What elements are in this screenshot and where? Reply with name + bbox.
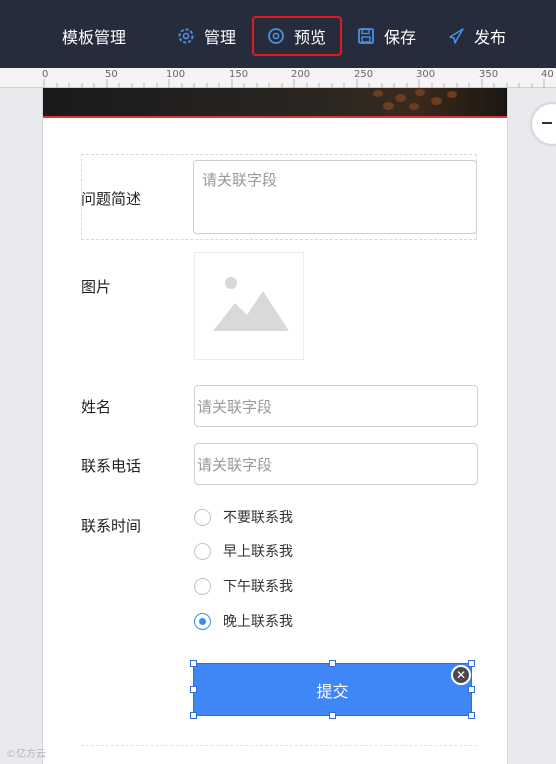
save-label: 保存 <box>384 28 417 47</box>
coffee-bean <box>415 89 425 96</box>
resize-handle-right[interactable] <box>468 686 475 693</box>
resize-handle-left[interactable] <box>190 686 197 693</box>
image-label: 图片 <box>81 278 112 296</box>
banner-image[interactable] <box>43 88 507 118</box>
radio-option-evening[interactable]: 晚上联系我 <box>194 611 293 631</box>
floppy-disk-icon <box>356 26 376 46</box>
horizontal-ruler: 0 50 100 150 200 250 300 350 40 <box>0 68 556 88</box>
radio-label: 不要联系我 <box>223 510 293 526</box>
ruler-label: 50 <box>105 69 118 80</box>
ruler-label: 350 <box>479 69 499 80</box>
preview-label: 预览 <box>294 28 327 47</box>
phone-label: 联系电话 <box>81 457 142 475</box>
radio-label: 晚上联系我 <box>223 614 293 630</box>
resize-handle-top-right[interactable] <box>468 660 475 667</box>
eye-icon <box>266 26 286 46</box>
radio-circle[interactable] <box>194 542 211 560</box>
question-label: 问题简述 <box>81 190 142 208</box>
coffee-bean <box>395 94 406 102</box>
side-collapse-handle[interactable] <box>532 104 556 144</box>
radio-label: 下午联系我 <box>223 579 293 595</box>
question-textarea[interactable]: 请关联字段 <box>193 160 477 234</box>
save-button[interactable]: 保存 <box>356 16 416 56</box>
ruler-label: 200 <box>291 69 311 80</box>
app-title: 模板管理 <box>62 28 127 47</box>
phone-input[interactable]: 请关联字段 <box>194 443 478 485</box>
ruler-label: 300 <box>416 69 436 80</box>
close-icon[interactable]: ✕ <box>451 665 471 685</box>
contact-time-label: 联系时间 <box>81 517 142 535</box>
image-placeholder[interactable] <box>194 252 304 360</box>
ruler-label: 250 <box>354 69 374 80</box>
name-input[interactable]: 请关联字段 <box>194 385 478 427</box>
design-canvas[interactable]: 问题简述 请关联字段 图片 姓名 请关联字段 联系电话 请关联字段 联系时间 不… <box>42 88 508 764</box>
coffee-bean <box>409 103 419 110</box>
name-label: 姓名 <box>81 398 112 416</box>
resize-handle-top[interactable] <box>329 660 336 667</box>
coffee-bean <box>447 91 457 98</box>
preview-button[interactable]: 预览 <box>252 16 342 56</box>
ruler-label: 0 <box>42 69 49 80</box>
radio-option-morning[interactable]: 早上联系我 <box>194 541 293 561</box>
gear-icon <box>176 26 196 46</box>
divider <box>81 745 477 746</box>
submit-button[interactable]: 提交 <box>194 664 471 715</box>
ruler-label: 100 <box>166 69 186 80</box>
coffee-bean <box>383 102 394 110</box>
coffee-bean <box>431 97 442 105</box>
radio-option-no-contact[interactable]: 不要联系我 <box>194 507 293 527</box>
resize-handle-bottom-right[interactable] <box>468 712 475 719</box>
radio-label: 早上联系我 <box>223 544 293 560</box>
resize-handle-bottom[interactable] <box>329 712 336 719</box>
manage-button[interactable]: 管理 <box>176 16 236 56</box>
radio-circle-selected[interactable] <box>194 612 211 630</box>
radio-option-afternoon[interactable]: 下午联系我 <box>194 576 293 596</box>
resize-handle-top-left[interactable] <box>190 660 197 667</box>
ruler-label: 40 <box>541 69 554 80</box>
resize-handle-bottom-left[interactable] <box>190 712 197 719</box>
ruler-ticks <box>43 79 545 88</box>
send-icon <box>446 26 466 46</box>
image-icon <box>213 277 289 331</box>
top-toolbar: 模板管理 管理 预览 保存 发布 <box>0 0 556 68</box>
publish-button[interactable]: 发布 <box>446 16 506 56</box>
manage-label: 管理 <box>204 28 237 47</box>
ruler-label: 150 <box>229 69 249 80</box>
radio-circle[interactable] <box>194 577 211 595</box>
radio-circle[interactable] <box>194 508 211 526</box>
minus-icon <box>542 122 552 124</box>
publish-label: 发布 <box>474 28 507 47</box>
coffee-bean <box>373 90 383 97</box>
watermark: ©亿方云 <box>6 749 46 760</box>
